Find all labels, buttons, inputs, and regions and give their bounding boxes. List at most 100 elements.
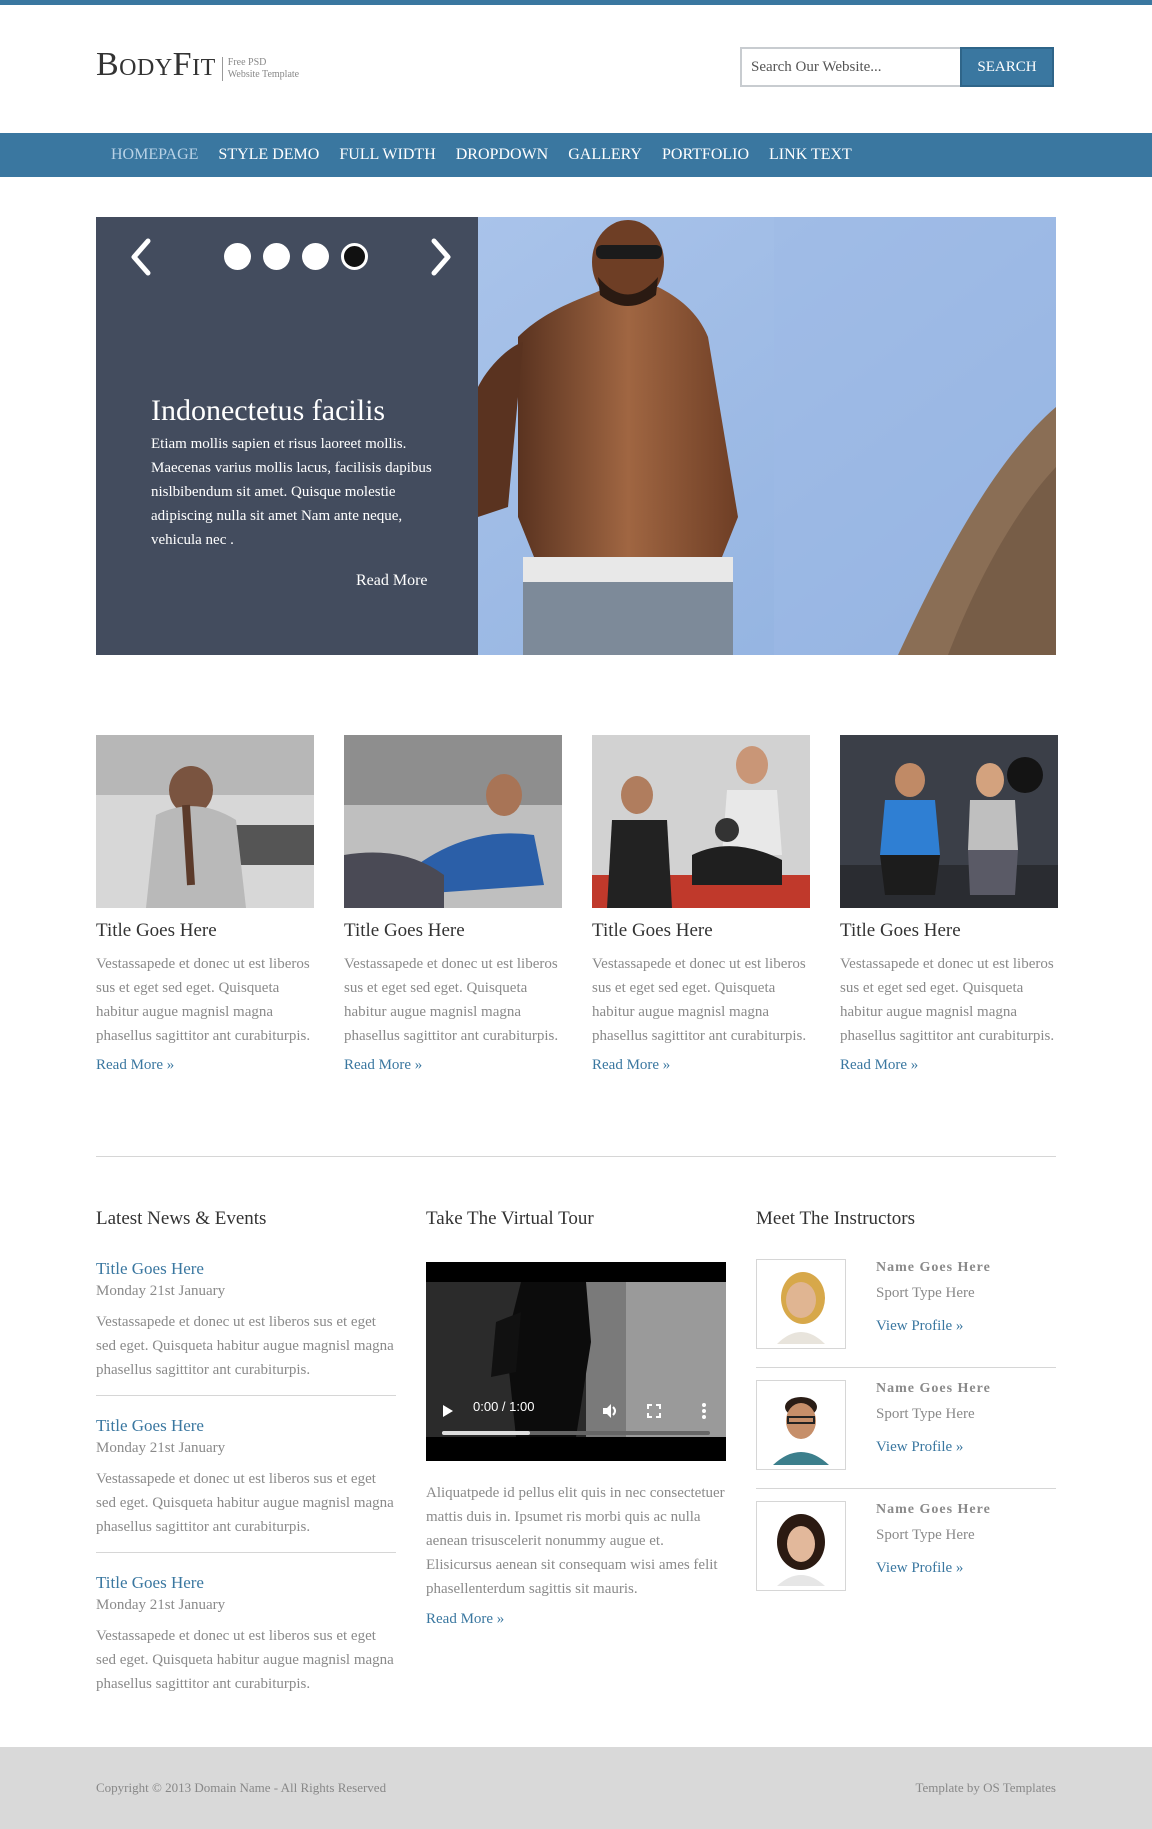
search-button[interactable]: SEARCH [960, 47, 1054, 87]
feature-image[interactable] [96, 735, 314, 908]
instructor-card: Name Goes Here Sport Type Here View Prof… [756, 1368, 1056, 1489]
template-credit-link[interactable]: Template by OS Templates [915, 1780, 1056, 1796]
feature-text: Vestassapede et donec ut est liberos sus… [592, 956, 807, 1044]
volume-icon[interactable] [601, 1402, 619, 1420]
section-divider [96, 1156, 1056, 1157]
nav-item-homepage[interactable]: HOMEPAGE [111, 146, 198, 164]
main-navigation-bar: HOMEPAGE STYLE DEMO FULL WIDTH DROPDOWN … [0, 133, 1152, 177]
instructor-name: Name Goes Here [876, 1502, 991, 1517]
feature-boxes: Title Goes Here Vestassapede et donec ut… [96, 735, 1058, 1105]
instructor-avatar[interactable] [756, 1259, 846, 1349]
video-progress-track[interactable] [442, 1431, 710, 1435]
nav-item-style-demo[interactable]: STYLE DEMO [218, 146, 319, 164]
video-time: 0:00 / 1:00 [473, 1399, 535, 1414]
video-progress-fill [442, 1431, 531, 1435]
feature-title: Title Goes Here [96, 920, 217, 941]
feature-text: Vestassapede et donec ut est liberos sus… [344, 956, 559, 1044]
view-profile-link[interactable]: View Profile » [876, 1439, 963, 1456]
news-text: Vestassapede et donec ut est liberos sus… [96, 1471, 394, 1535]
hero-slider: Indonectetus facilis Etiam mollis sapien… [96, 217, 1056, 655]
video-player[interactable]: 0:00 / 1:00 [426, 1262, 726, 1461]
feature-title: Title Goes Here [344, 920, 465, 941]
slide-dot-4[interactable] [341, 243, 368, 270]
news-title-link[interactable]: Title Goes Here [96, 1259, 396, 1279]
nav-item-portfolio[interactable]: PORTFOLIO [662, 146, 749, 164]
feature-read-more-link[interactable]: Read More » [592, 1057, 810, 1074]
news-title-link[interactable]: Title Goes Here [96, 1416, 396, 1436]
instructor-avatar[interactable] [756, 1380, 846, 1470]
logo-tagline-line1: Free PSD [227, 57, 267, 68]
logo-tagline-line2: Website Template [227, 69, 300, 80]
feature-text: Vestassapede et donec ut est liberos sus… [96, 956, 311, 1044]
chevron-left-icon[interactable] [124, 235, 160, 279]
instructors-heading: Meet The Instructors [756, 1208, 915, 1229]
nav-item-dropdown[interactable]: DROPDOWN [456, 146, 548, 164]
feature-read-more-link[interactable]: Read More » [96, 1057, 314, 1074]
site-logo[interactable]: BodyFit Free PSD Website Template [96, 48, 299, 82]
news-date: Monday 21st January [96, 1283, 226, 1299]
slide-read-more-link[interactable]: Read More [356, 572, 428, 590]
feature-box: Title Goes Here Vestassapede et donec ut… [840, 735, 1058, 1074]
video-frame [426, 1282, 726, 1437]
nav-item-link-text[interactable]: LINK TEXT [769, 146, 852, 164]
slide-dot-1[interactable] [224, 243, 251, 270]
news-text: Vestassapede et donec ut est liberos sus… [96, 1314, 394, 1378]
feature-box: Title Goes Here Vestassapede et donec ut… [96, 735, 314, 1074]
tour-column: Take The Virtual Tour 0:00 / 1:00 Aliqua… [426, 1208, 726, 1628]
news-title-link[interactable]: Title Goes Here [96, 1573, 396, 1593]
feature-image[interactable] [840, 735, 1058, 908]
nav-item-full-width[interactable]: FULL WIDTH [339, 146, 435, 164]
news-date: Monday 21st January [96, 1440, 226, 1456]
copyright-text: Copyright © 2013 Domain Name - All Right… [96, 1780, 387, 1795]
top-accent-line [0, 0, 1152, 5]
more-options-icon[interactable] [702, 1402, 706, 1420]
feature-title: Title Goes Here [592, 920, 713, 941]
instructor-avatar[interactable] [756, 1501, 846, 1591]
footer: Copyright © 2013 Domain Name - All Right… [0, 1747, 1152, 1829]
feature-read-more-link[interactable]: Read More » [344, 1057, 562, 1074]
feature-read-more-link[interactable]: Read More » [840, 1057, 1058, 1074]
news-date: Monday 21st January [96, 1597, 226, 1613]
news-column: Latest News & Events Title Goes Here Mon… [96, 1208, 396, 1710]
instructors-column: Meet The Instructors Name Goes Here Spor… [756, 1208, 1056, 1610]
instructor-list: Name Goes Here Sport Type Here View Prof… [756, 1247, 1056, 1610]
nav-item-gallery[interactable]: GALLERY [568, 146, 642, 164]
instructor-card: Name Goes Here Sport Type Here View Prof… [756, 1489, 1056, 1610]
slide-caption-panel: Indonectetus facilis Etiam mollis sapien… [96, 217, 478, 655]
slide-dot-3[interactable] [302, 243, 329, 270]
search-form: SEARCH [740, 47, 1054, 87]
feature-title: Title Goes Here [840, 920, 961, 941]
feature-box: Title Goes Here Vestassapede et donec ut… [592, 735, 810, 1074]
slide-dots [224, 243, 380, 270]
play-icon[interactable] [442, 1404, 454, 1418]
logo-text: BodyFit [96, 46, 216, 83]
instructor-card: Name Goes Here Sport Type Here View Prof… [756, 1247, 1056, 1368]
news-text: Vestassapede et donec ut est liberos sus… [96, 1628, 394, 1692]
feature-text: Vestassapede et donec ut est liberos sus… [840, 956, 1055, 1044]
instructor-name: Name Goes Here [876, 1381, 991, 1396]
search-input[interactable] [740, 47, 960, 87]
slide-text: Etiam mollis sapien et risus laoreet mol… [151, 436, 432, 548]
instructor-name: Name Goes Here [876, 1260, 991, 1275]
view-profile-link[interactable]: View Profile » [876, 1318, 963, 1335]
instructor-sport: Sport Type Here [876, 1527, 975, 1543]
instructor-sport: Sport Type Here [876, 1406, 975, 1422]
news-item: Title Goes Here Monday 21st January Vest… [96, 1416, 396, 1553]
fullscreen-icon[interactable] [647, 1404, 661, 1418]
news-item: Title Goes Here Monday 21st January Vest… [96, 1259, 396, 1396]
logo-tagline: Free PSD Website Template [221, 57, 300, 81]
tour-heading: Take The Virtual Tour [426, 1208, 594, 1229]
feature-image[interactable] [344, 735, 562, 908]
feature-box: Title Goes Here Vestassapede et donec ut… [344, 735, 562, 1074]
slide-title: Indonectetus facilis [151, 394, 386, 427]
slide-dot-2[interactable] [263, 243, 290, 270]
news-heading: Latest News & Events [96, 1208, 267, 1229]
slide-image [478, 217, 1056, 655]
feature-image[interactable] [592, 735, 810, 908]
tour-text: Aliquatpede id pellus elit quis in nec c… [426, 1485, 725, 1597]
tour-read-more-link[interactable]: Read More » [426, 1611, 726, 1628]
view-profile-link[interactable]: View Profile » [876, 1560, 963, 1577]
news-item: Title Goes Here Monday 21st January Vest… [96, 1573, 396, 1710]
main-nav: HOMEPAGE STYLE DEMO FULL WIDTH DROPDOWN … [111, 133, 872, 177]
chevron-right-icon[interactable] [422, 235, 458, 279]
